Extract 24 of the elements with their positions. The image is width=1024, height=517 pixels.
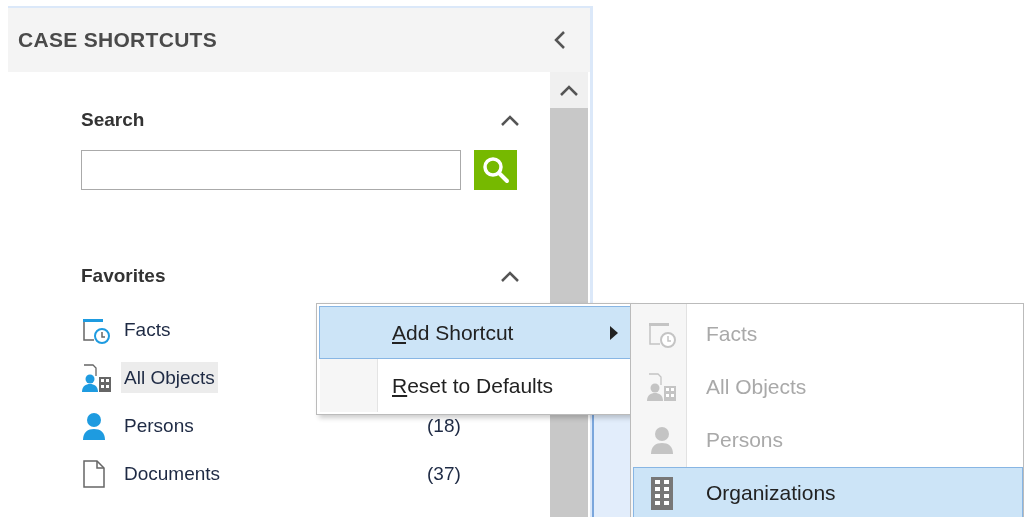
section-title: Search (81, 109, 145, 131)
item-count: (37) (427, 463, 462, 485)
chevron-up-icon[interactable] (560, 84, 578, 96)
submenu-arrow-icon (610, 325, 618, 340)
building-icon (650, 476, 674, 510)
person-building-icon (81, 363, 113, 393)
person-icon (649, 425, 675, 455)
item-count: (18) (427, 415, 462, 437)
favorite-item[interactable]: Documents (121, 458, 224, 489)
chevron-up-icon[interactable] (501, 114, 519, 126)
panel-title: CASE SHORTCUTS (18, 28, 218, 52)
menu-item[interactable]: Add Shortcut (319, 306, 631, 359)
favorite-item[interactable]: All Objects (121, 362, 218, 393)
chevron-up-icon[interactable] (501, 270, 519, 282)
favorite-item[interactable]: Facts (121, 314, 174, 345)
favorite-item[interactable]: Persons (121, 410, 197, 441)
person-icon (81, 411, 107, 441)
search-field[interactable] (81, 150, 461, 190)
person-building-icon (646, 372, 678, 402)
section-title: Favorites (81, 265, 166, 287)
menu-item[interactable]: Organizations (633, 467, 1023, 517)
document-icon (81, 459, 107, 489)
collapse-icon[interactable] (554, 31, 566, 49)
search-icon (481, 156, 510, 184)
